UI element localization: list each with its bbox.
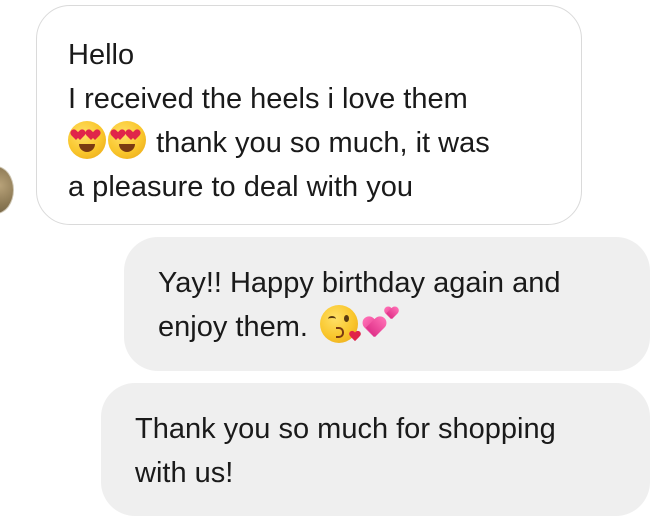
two-hearts-emoji-icon — [360, 305, 400, 343]
kissing-heart-emoji-icon — [319, 305, 358, 343]
outgoing-message-bubble[interactable]: Yay!! Happy birthday again and enjoy the… — [124, 237, 650, 371]
message-line: Hello — [68, 39, 135, 71]
heart-eyes-emoji-icon — [108, 121, 146, 159]
message-line: with us! — [135, 457, 234, 489]
message-text: enjoy them. — [158, 311, 308, 343]
incoming-message-bubble[interactable]: Hello I received the heels i love them t… — [36, 5, 582, 225]
message-line: a pleasure to deal with you — [68, 171, 413, 203]
message-line: I received the heels i love them — [68, 83, 468, 115]
message-text: thank you so much, it was — [156, 127, 490, 159]
message-line: enjoy them. — [158, 305, 630, 349]
heart-eyes-emoji-icon — [68, 121, 106, 159]
message-line: Thank you so much for shopping — [135, 413, 556, 445]
message-line: thank you so much, it was — [68, 121, 561, 165]
outgoing-message-bubble[interactable]: Thank you so much for shopping with us! — [101, 383, 650, 516]
message-line: Yay!! Happy birthday again and — [158, 267, 561, 299]
sender-avatar[interactable] — [0, 166, 14, 214]
